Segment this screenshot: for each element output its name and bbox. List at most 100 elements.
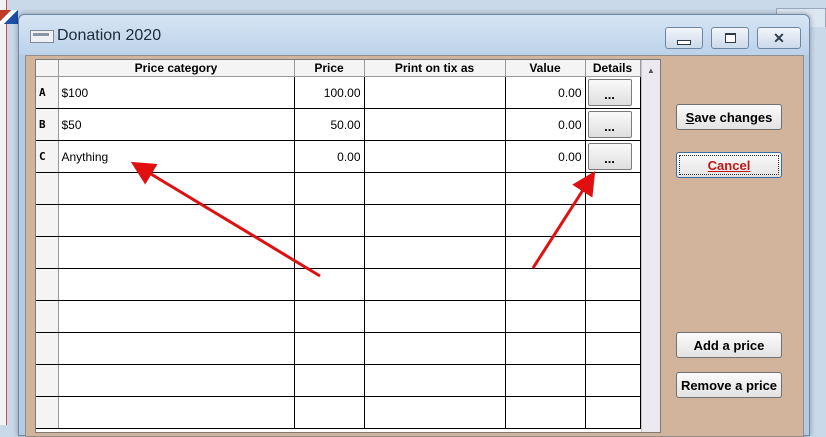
price-category-cell[interactable] — [58, 236, 295, 269]
price-cell[interactable] — [294, 300, 365, 333]
cancel-button[interactable]: Cancel — [676, 152, 782, 178]
maximize-icon — [724, 33, 736, 43]
row-letter[interactable] — [36, 364, 59, 397]
print-on-tix-cell[interactable] — [364, 396, 506, 429]
price-cell[interactable] — [294, 364, 365, 397]
details-button[interactable]: ... — [587, 143, 632, 170]
price-category-cell[interactable] — [58, 204, 295, 237]
row-letter[interactable] — [36, 172, 59, 205]
close-button[interactable]: ✕ — [757, 27, 801, 49]
remove-price-button[interactable]: Remove a price — [676, 372, 782, 398]
value-cell[interactable]: 0.00 — [505, 108, 586, 141]
print-on-tix-cell[interactable] — [364, 268, 506, 301]
details-cell[interactable] — [585, 364, 641, 397]
save-label-accelerator: S — [685, 109, 695, 125]
details-cell[interactable] — [585, 172, 641, 205]
price-cell[interactable] — [294, 396, 365, 429]
app-window-icon — [30, 30, 54, 43]
price-cell[interactable] — [294, 332, 365, 365]
empty-table-row — [36, 172, 641, 205]
vertical-scrollbar[interactable]: ▲ — [641, 60, 660, 432]
background-app-flag-icon — [0, 10, 18, 24]
price-cell[interactable] — [294, 236, 365, 269]
scroll-up-arrow-icon[interactable]: ▲ — [647, 66, 655, 75]
minimize-icon — [677, 39, 691, 45]
table-row: C Anything 0.00 0.00 ... — [36, 140, 641, 173]
save-changes-button[interactable]: Save changes — [676, 104, 782, 130]
print-on-tix-cell[interactable] — [364, 204, 506, 237]
print-on-tix-cell[interactable] — [364, 364, 506, 397]
empty-table-row — [36, 204, 641, 237]
add-price-button[interactable]: Add a price — [676, 332, 782, 358]
print-on-tix-cell[interactable] — [364, 300, 506, 333]
print-on-tix-cell[interactable] — [364, 172, 506, 205]
title-bar[interactable]: Donation 2020 ✕ — [19, 15, 809, 55]
row-letter[interactable] — [36, 300, 59, 333]
price-category-cell[interactable]: $100 — [58, 76, 295, 109]
row-letter[interactable]: C — [36, 140, 59, 173]
dialog-client-area: Price category Price Print on tix as Val… — [25, 55, 804, 437]
column-header-print-on-tix-as[interactable]: Print on tix as — [364, 60, 506, 77]
price-cell[interactable]: 50.00 — [294, 108, 365, 141]
price-cell[interactable] — [294, 268, 365, 301]
value-cell[interactable]: 0.00 — [505, 76, 586, 109]
price-cell[interactable] — [294, 204, 365, 237]
details-cell[interactable] — [585, 332, 641, 365]
minimize-button[interactable] — [665, 27, 703, 49]
print-on-tix-cell[interactable] — [364, 140, 506, 173]
column-header-details[interactable]: Details — [585, 60, 641, 77]
close-icon: ✕ — [773, 30, 785, 46]
price-category-cell[interactable]: $50 — [58, 108, 295, 141]
row-letter[interactable] — [36, 204, 59, 237]
value-cell[interactable] — [505, 300, 586, 333]
price-category-cell[interactable] — [58, 172, 295, 205]
row-letter[interactable]: B — [36, 108, 59, 141]
price-cell[interactable] — [294, 172, 365, 205]
value-cell[interactable] — [505, 172, 586, 205]
print-on-tix-cell[interactable] — [364, 76, 506, 109]
column-header-price-category[interactable]: Price category — [58, 60, 295, 77]
value-cell[interactable] — [505, 364, 586, 397]
row-letter[interactable]: A — [36, 76, 59, 109]
price-category-cell[interactable] — [58, 396, 295, 429]
value-cell[interactable] — [505, 268, 586, 301]
details-cell[interactable] — [585, 236, 641, 269]
header-row: Price category Price Print on tix as Val… — [36, 60, 641, 77]
price-cell[interactable]: 100.00 — [294, 76, 365, 109]
row-letter[interactable] — [36, 236, 59, 269]
print-on-tix-cell[interactable] — [364, 332, 506, 365]
value-cell[interactable] — [505, 204, 586, 237]
column-header-price[interactable]: Price — [294, 60, 365, 77]
value-cell[interactable] — [505, 332, 586, 365]
print-on-tix-cell[interactable] — [364, 236, 506, 269]
table-row: A $100 100.00 0.00 ... — [36, 76, 641, 109]
value-cell[interactable]: 0.00 — [505, 140, 586, 173]
price-category-cell[interactable]: Anything — [58, 140, 295, 173]
details-button[interactable]: ... — [587, 79, 632, 106]
value-cell[interactable] — [505, 396, 586, 429]
row-letter[interactable] — [36, 396, 59, 429]
column-header-value[interactable]: Value — [505, 60, 586, 77]
price-cell[interactable]: 0.00 — [294, 140, 365, 173]
empty-table-row — [36, 236, 641, 269]
price-category-cell[interactable] — [58, 268, 295, 301]
price-category-cell[interactable] — [58, 332, 295, 365]
row-letter[interactable] — [36, 268, 59, 301]
row-letter[interactable] — [36, 332, 59, 365]
details-cell[interactable] — [585, 268, 641, 301]
price-category-cell[interactable] — [58, 300, 295, 333]
details-cell[interactable] — [585, 204, 641, 237]
table-row: B $50 50.00 0.00 ... — [36, 108, 641, 141]
details-cell: ... — [585, 76, 641, 109]
details-button[interactable]: ... — [587, 111, 632, 138]
price-table: Price category Price Print on tix as Val… — [36, 60, 641, 429]
empty-table-row — [36, 364, 641, 397]
print-on-tix-cell[interactable] — [364, 108, 506, 141]
price-category-cell[interactable] — [58, 364, 295, 397]
details-cell[interactable] — [585, 300, 641, 333]
column-header-row-letter — [36, 60, 59, 77]
maximize-button[interactable] — [711, 27, 749, 49]
empty-table-row — [36, 300, 641, 333]
details-cell[interactable] — [585, 396, 641, 429]
value-cell[interactable] — [505, 236, 586, 269]
